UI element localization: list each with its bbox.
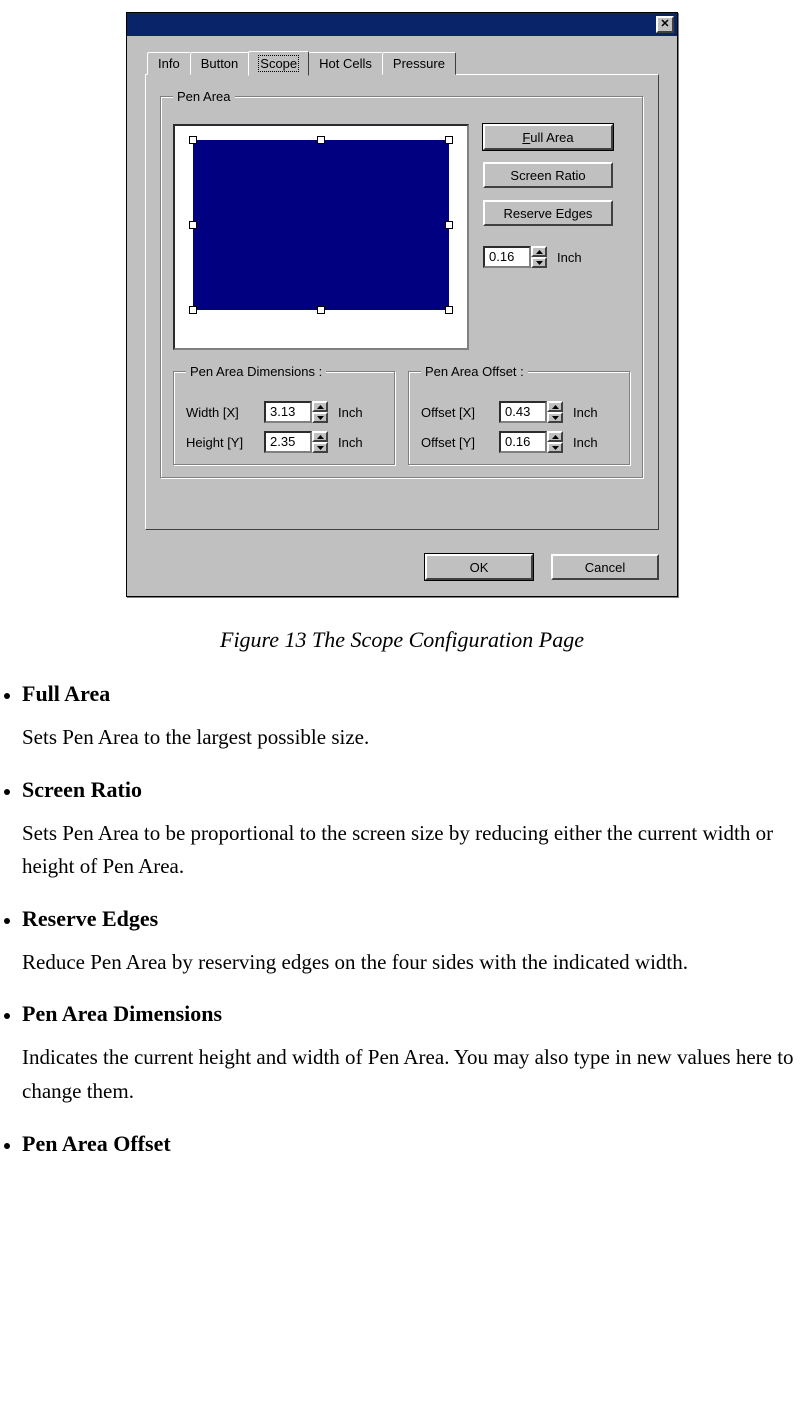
spin-down-icon[interactable] xyxy=(547,442,563,453)
scope-config-dialog: ✕ Info Button Scope Hot Cells Pressure P… xyxy=(126,12,678,597)
desc-full-area: Sets Pen Area to the largest possible si… xyxy=(22,721,804,755)
offset-x-stepper[interactable]: 0.43 xyxy=(499,401,563,423)
height-stepper[interactable]: 2.35 xyxy=(264,431,328,453)
height-unit-label: Inch xyxy=(338,435,363,450)
pen-area-rect[interactable] xyxy=(193,140,449,310)
term-screen-ratio: Screen Ratio xyxy=(22,777,804,803)
list-item: Pen Area Dimensions Indicates the curren… xyxy=(22,1001,804,1108)
resize-handle-icon[interactable] xyxy=(189,306,197,314)
dimensions-legend: Pen Area Dimensions : xyxy=(186,364,326,379)
offset-y-label: Offset [Y] xyxy=(421,435,493,450)
offset-y-unit-label: Inch xyxy=(573,435,598,450)
cancel-button[interactable]: Cancel xyxy=(551,554,659,580)
spin-up-icon[interactable] xyxy=(547,401,563,412)
resize-handle-icon[interactable] xyxy=(317,306,325,314)
spin-up-icon[interactable] xyxy=(531,246,547,257)
offset-y-stepper[interactable]: 0.16 xyxy=(499,431,563,453)
desc-screen-ratio: Sets Pen Area to be proportional to the … xyxy=(22,817,804,884)
term-pen-area-dimensions: Pen Area Dimensions xyxy=(22,1001,804,1027)
ok-button[interactable]: OK xyxy=(425,554,533,580)
spin-down-icon[interactable] xyxy=(531,257,547,268)
offset-y-input[interactable]: 0.16 xyxy=(499,431,547,453)
height-label: Height [Y] xyxy=(186,435,258,450)
spin-down-icon[interactable] xyxy=(547,412,563,423)
spin-up-icon[interactable] xyxy=(312,401,328,412)
spin-up-icon[interactable] xyxy=(547,431,563,442)
title-bar: ✕ xyxy=(127,13,677,36)
resize-handle-icon[interactable] xyxy=(189,136,197,144)
reserve-value-input[interactable]: 0.16 xyxy=(483,246,531,268)
tab-panel-scope: Pen Area xyxy=(145,74,659,530)
description-list: Full Area Sets Pen Area to the largest p… xyxy=(0,681,804,1157)
width-label: Width [X] xyxy=(186,405,258,420)
figure-caption: Figure 13 The Scope Configuration Page xyxy=(0,627,804,653)
list-item: Screen Ratio Sets Pen Area to be proport… xyxy=(22,777,804,884)
offset-x-label: Offset [X] xyxy=(421,405,493,420)
resize-handle-icon[interactable] xyxy=(189,221,197,229)
offset-legend: Pen Area Offset : xyxy=(421,364,528,379)
pen-area-offset-group: Pen Area Offset : Offset [X] 0.43 Inch xyxy=(408,364,631,466)
spin-up-icon[interactable] xyxy=(312,431,328,442)
resize-handle-icon[interactable] xyxy=(317,136,325,144)
desc-reserve-edges: Reduce Pen Area by reserving edges on th… xyxy=(22,946,804,980)
list-item: Pen Area Offset xyxy=(22,1131,804,1157)
close-icon[interactable]: ✕ xyxy=(656,16,674,33)
term-pen-area-offset: Pen Area Offset xyxy=(22,1131,804,1157)
pen-area-group: Pen Area xyxy=(160,89,644,479)
reserve-edges-button[interactable]: Reserve Edges xyxy=(483,200,613,226)
desc-pen-area-dimensions: Indicates the current height and width o… xyxy=(22,1041,804,1108)
width-stepper[interactable]: 3.13 xyxy=(264,401,328,423)
width-unit-label: Inch xyxy=(338,405,363,420)
tab-hot-cells[interactable]: Hot Cells xyxy=(308,52,383,75)
list-item: Reserve Edges Reduce Pen Area by reservi… xyxy=(22,906,804,980)
tab-strip: Info Button Scope Hot Cells Pressure xyxy=(145,50,659,75)
tab-button[interactable]: Button xyxy=(190,52,250,75)
reserve-unit-label: Inch xyxy=(557,250,582,265)
tab-scope[interactable]: Scope xyxy=(248,51,309,76)
reserve-value-stepper[interactable]: 0.16 xyxy=(483,246,547,268)
full-area-button[interactable]: Full Area xyxy=(483,124,613,150)
width-input[interactable]: 3.13 xyxy=(264,401,312,423)
pen-area-legend: Pen Area xyxy=(173,89,235,104)
screen-ratio-button[interactable]: Screen Ratio xyxy=(483,162,613,188)
pen-area-canvas[interactable] xyxy=(173,124,469,350)
list-item: Full Area Sets Pen Area to the largest p… xyxy=(22,681,804,755)
spin-down-icon[interactable] xyxy=(312,442,328,453)
height-input[interactable]: 2.35 xyxy=(264,431,312,453)
tab-info[interactable]: Info xyxy=(147,52,191,75)
offset-x-unit-label: Inch xyxy=(573,405,598,420)
offset-x-input[interactable]: 0.43 xyxy=(499,401,547,423)
term-full-area: Full Area xyxy=(22,681,804,707)
pen-area-dimensions-group: Pen Area Dimensions : Width [X] 3.13 Inc… xyxy=(173,364,396,466)
resize-handle-icon[interactable] xyxy=(445,306,453,314)
tab-pressure[interactable]: Pressure xyxy=(382,52,456,75)
term-reserve-edges: Reserve Edges xyxy=(22,906,804,932)
resize-handle-icon[interactable] xyxy=(445,136,453,144)
spin-down-icon[interactable] xyxy=(312,412,328,423)
resize-handle-icon[interactable] xyxy=(445,221,453,229)
